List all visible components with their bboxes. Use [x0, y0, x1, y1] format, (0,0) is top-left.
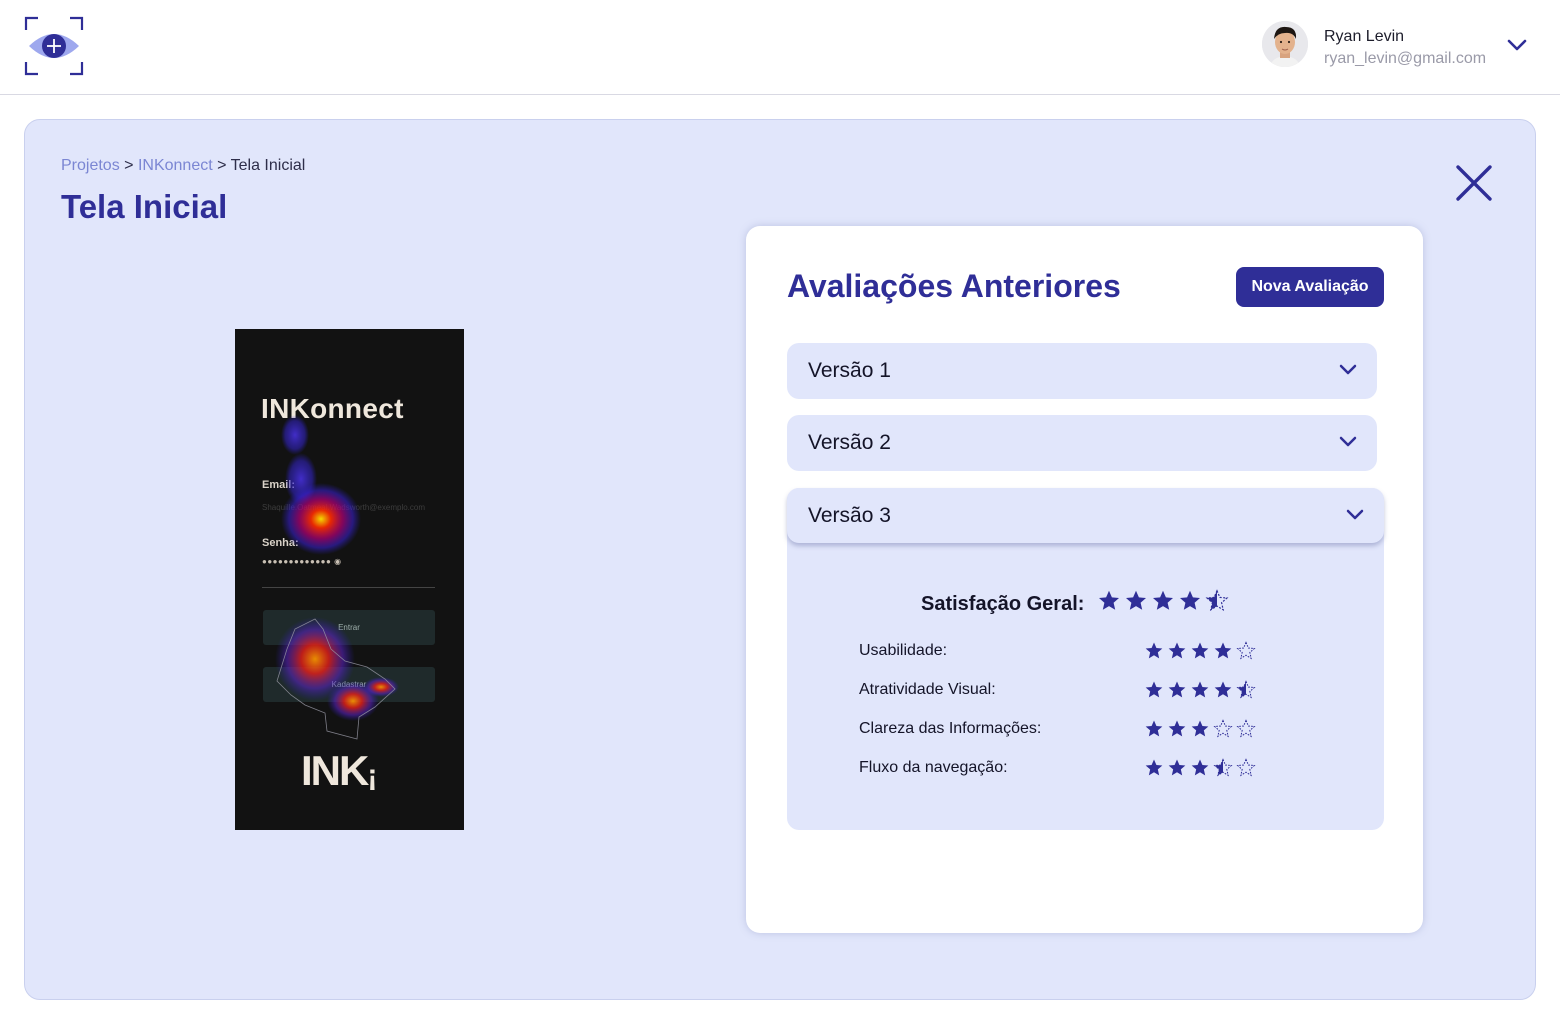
version-3-label: Versão 3 [808, 504, 891, 527]
user-name: Ryan Levin [1324, 28, 1405, 45]
star-filled-icon [1145, 681, 1163, 698]
version-1-accordion[interactable]: Versão 1 [787, 343, 1377, 399]
criterion-label: Usabilidade: [859, 642, 948, 659]
star-filled-icon [1145, 759, 1163, 776]
main-panel: Projetos > INKonnect > Tela Inicial Tela… [24, 119, 1536, 1000]
close-icon[interactable] [1453, 162, 1495, 204]
version-3-panel: Versão 3 Satisfação Geral: Usabilidade: … [787, 488, 1384, 830]
evaluations-title: Avaliações Anteriores [787, 268, 1121, 304]
page-title: Tela Inicial [61, 188, 228, 225]
version-2-label: Versão 2 [808, 431, 891, 454]
star-filled-icon [1191, 720, 1209, 737]
star-filled-icon [1126, 590, 1146, 610]
breadcrumb-project[interactable]: INKonnect [138, 157, 213, 174]
overall-satisfaction-label: Satisfação Geral: [921, 593, 1085, 615]
breadcrumb-separator: > [124, 157, 134, 174]
breadcrumb-projetos[interactable]: Projetos [61, 157, 120, 174]
top-bar: Ryan Levin ryan_levin@gmail.com [0, 0, 1560, 95]
criterion-rating-stars [1144, 758, 1256, 778]
overall-rating-stars [1097, 589, 1229, 613]
star-half-icon [1205, 589, 1229, 612]
star-filled-icon [1153, 590, 1173, 610]
star-filled-icon [1168, 642, 1186, 659]
star-filled-icon [1180, 590, 1200, 610]
star-filled-icon [1145, 642, 1163, 659]
star-half-icon [1236, 680, 1256, 699]
chevron-down-icon [1346, 508, 1364, 522]
star-filled-icon [1214, 681, 1232, 698]
star-empty-icon [1213, 719, 1233, 738]
star-filled-icon [1168, 759, 1186, 776]
star-empty-icon [1236, 641, 1256, 660]
star-filled-icon [1168, 720, 1186, 737]
star-half-icon [1213, 758, 1233, 777]
user-email: ryan_levin@gmail.com [1324, 50, 1487, 67]
star-filled-icon [1191, 681, 1209, 698]
criterion-rating-stars [1144, 719, 1256, 739]
star-filled-icon [1168, 681, 1186, 698]
screen-preview: INKonnect Email: Shaquille.Oatmeal.Wadsw… [235, 329, 464, 830]
eye-scan-icon[interactable] [24, 16, 84, 76]
breadcrumb-current: Tela Inicial [230, 157, 306, 174]
criterion-label: Fluxo da navegação: [859, 759, 1008, 776]
star-empty-icon [1236, 719, 1256, 738]
criterion-label: Atratividade Visual: [859, 681, 996, 698]
star-filled-icon [1214, 642, 1232, 659]
star-filled-icon [1191, 642, 1209, 659]
chevron-down-icon [1339, 363, 1357, 377]
version-2-accordion[interactable]: Versão 2 [787, 415, 1377, 471]
version-1-label: Versão 1 [808, 359, 891, 382]
version-3-accordion[interactable]: Versão 3 [787, 488, 1384, 543]
criterion-rating-stars [1144, 641, 1256, 661]
avatar[interactable] [1262, 21, 1308, 67]
criterion-rating-stars [1144, 680, 1256, 700]
heatmap-overlay [275, 415, 399, 740]
new-evaluation-button[interactable]: Nova Avaliação [1236, 267, 1384, 307]
breadcrumb: Projetos > INKonnect > Tela Inicial [61, 157, 305, 175]
evaluations-card: Avaliações Anteriores Nova Avaliação Ver… [746, 226, 1423, 933]
star-empty-icon [1236, 758, 1256, 777]
breadcrumb-separator: > [217, 157, 227, 174]
chevron-down-icon[interactable] [1506, 37, 1528, 53]
criterion-label: Clareza das Informações: [859, 720, 1042, 737]
chevron-down-icon [1339, 435, 1357, 449]
star-filled-icon [1145, 720, 1163, 737]
star-filled-icon [1099, 590, 1119, 610]
star-filled-icon [1191, 759, 1209, 776]
